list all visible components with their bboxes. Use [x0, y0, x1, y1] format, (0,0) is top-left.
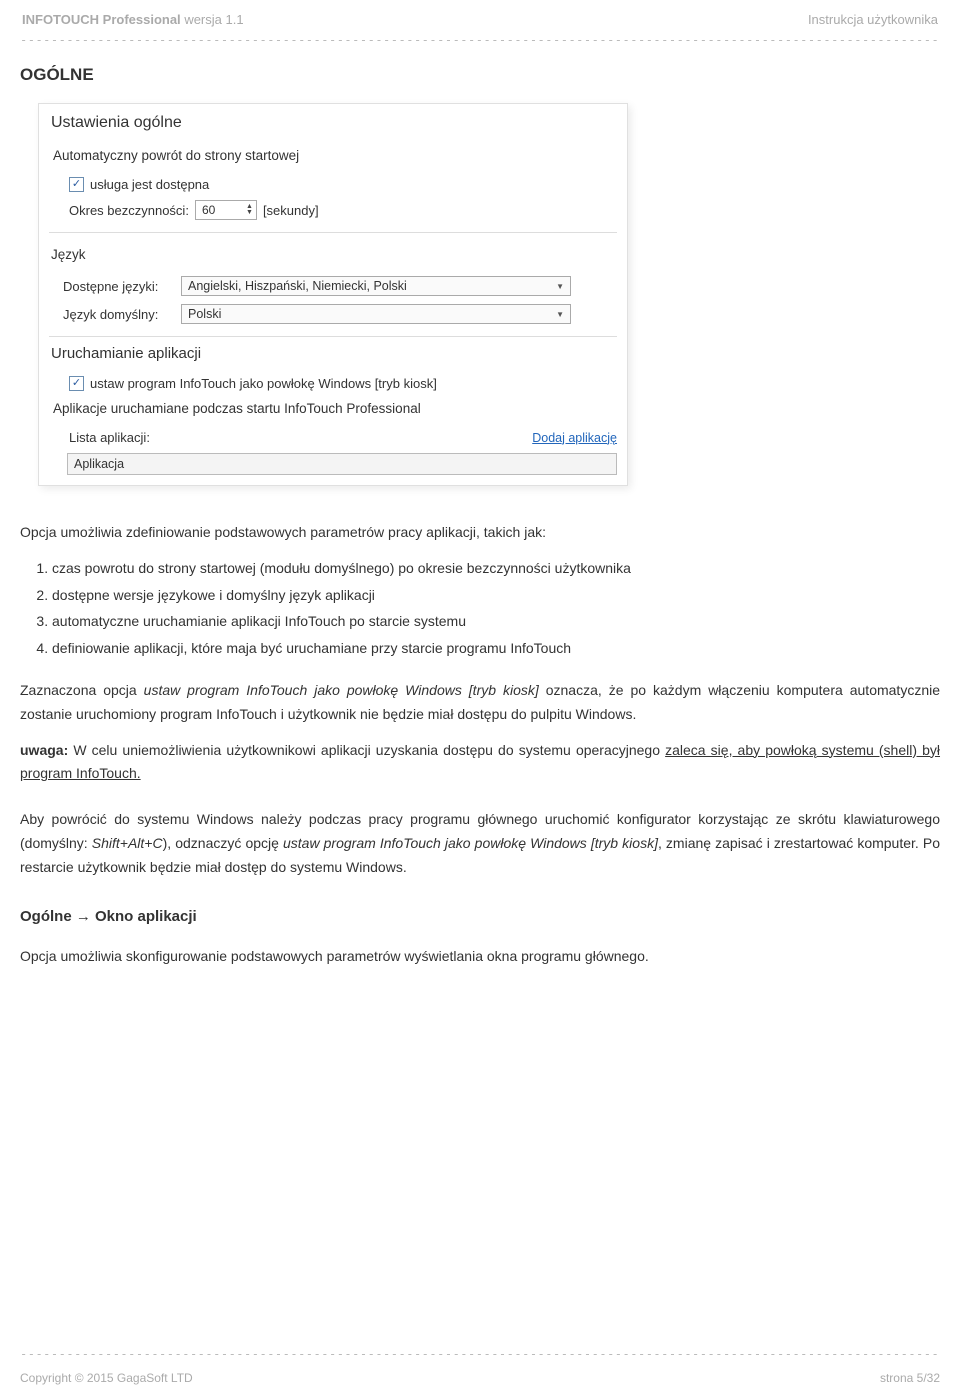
available-languages-row: Dostępne języki: Angielski, Hiszpański, … — [49, 272, 617, 300]
page-header: INFOTOUCH Professional wersja 1.1 Instru… — [20, 12, 940, 31]
kiosk-paragraph: Zaznaczona opcja ustaw program InfoTouch… — [20, 679, 940, 727]
list-item: definiowanie aplikacji, które maja być u… — [52, 637, 940, 661]
feature-list: czas powrotu do strony startowej (modułu… — [26, 557, 940, 661]
idle-value: 60 — [202, 203, 215, 217]
kiosk-checkbox[interactable]: ✓ — [69, 376, 84, 391]
page-number: strona 5/32 — [880, 1371, 940, 1385]
brand-name: INFOTOUCH Professional — [22, 12, 181, 27]
chevron-down-icon: ▼ — [556, 282, 564, 291]
list-item: dostępne wersje językowe i domyślny języ… — [52, 584, 940, 608]
idle-label: Okres bezczynności: — [69, 203, 189, 218]
kiosk-label: ustaw program InfoTouch jako powłokę Win… — [90, 376, 437, 391]
page-footer: Copyright © 2015 GagaSoft LTD strona 5/3… — [20, 1371, 940, 1385]
list-item: automatyczne uruchamianie aplikacji Info… — [52, 610, 940, 634]
app-list-label: Lista aplikacji: — [69, 430, 150, 445]
available-languages-value: Angielski, Hiszpański, Niemiecki, Polski — [188, 279, 407, 293]
return-paragraph: Aby powrócić do systemu Windows należy p… — [20, 808, 940, 879]
service-available-label: usługa jest dostępna — [90, 177, 209, 192]
subsection-heading: Ogólne → Okno aplikacji — [20, 904, 940, 930]
section-title: OGÓLNE — [20, 65, 940, 85]
divider — [49, 336, 617, 337]
settings-panel-title: Ustawienia ogólne — [49, 112, 617, 142]
intro-paragraph: Opcja umożliwia zdefiniowanie podstawowy… — [20, 521, 940, 545]
header-divider: ----------------------------------------… — [20, 33, 940, 47]
add-application-link[interactable]: Dodaj aplikację — [532, 431, 617, 445]
available-languages-label: Dostępne języki: — [63, 279, 175, 294]
list-item: czas powrotu do strony startowej (modułu… — [52, 557, 940, 581]
idle-unit: [sekundy] — [263, 203, 319, 218]
startup-apps-title: Aplikacje uruchamiane podczas startu Inf… — [49, 395, 617, 426]
idle-row: Okres bezczynności: 60 ▲▼ [sekundy] — [49, 196, 617, 224]
header-right: Instrukcja użytkownika — [808, 12, 938, 27]
header-left: INFOTOUCH Professional wersja 1.1 — [22, 12, 244, 27]
language-title: Język — [49, 241, 617, 272]
default-language-label: Język domyślny: — [63, 307, 175, 322]
app-list-header: Aplikacja — [67, 453, 617, 475]
launch-title: Uruchamianie aplikacji — [49, 345, 617, 372]
chevron-down-icon: ▼ — [556, 310, 564, 319]
body-text: Opcja umożliwia zdefiniowanie podstawowy… — [20, 521, 940, 969]
default-language-row: Język domyślny: Polski ▼ — [49, 300, 617, 328]
divider — [49, 232, 617, 233]
copyright-text: Copyright © 2015 GagaSoft LTD — [20, 1371, 193, 1385]
default-language-value: Polski — [188, 307, 221, 321]
service-available-checkbox[interactable]: ✓ — [69, 177, 84, 192]
footer-divider: ----------------------------------------… — [20, 1347, 940, 1361]
kiosk-row: ✓ ustaw program InfoTouch jako powłokę W… — [49, 372, 617, 395]
spin-buttons-icon[interactable]: ▲▼ — [246, 204, 254, 216]
warning-paragraph: uwaga: W celu uniemożliwienia użytkownik… — [20, 739, 940, 787]
service-available-row: ✓ usługa jest dostępna — [49, 173, 617, 196]
window-paragraph: Opcja umożliwia skonfigurowanie podstawo… — [20, 945, 940, 969]
settings-panel: Ustawienia ogólne Automatyczny powrót do… — [38, 103, 628, 486]
default-language-select[interactable]: Polski ▼ — [181, 304, 571, 324]
version-text: wersja 1.1 — [184, 12, 243, 27]
app-list-row: Lista aplikacji: Dodaj aplikację — [49, 426, 617, 449]
auto-return-title: Automatyczny powrót do strony startowej — [49, 142, 617, 173]
idle-spinbox[interactable]: 60 ▲▼ — [195, 200, 257, 220]
available-languages-select[interactable]: Angielski, Hiszpański, Niemiecki, Polski… — [181, 276, 571, 296]
